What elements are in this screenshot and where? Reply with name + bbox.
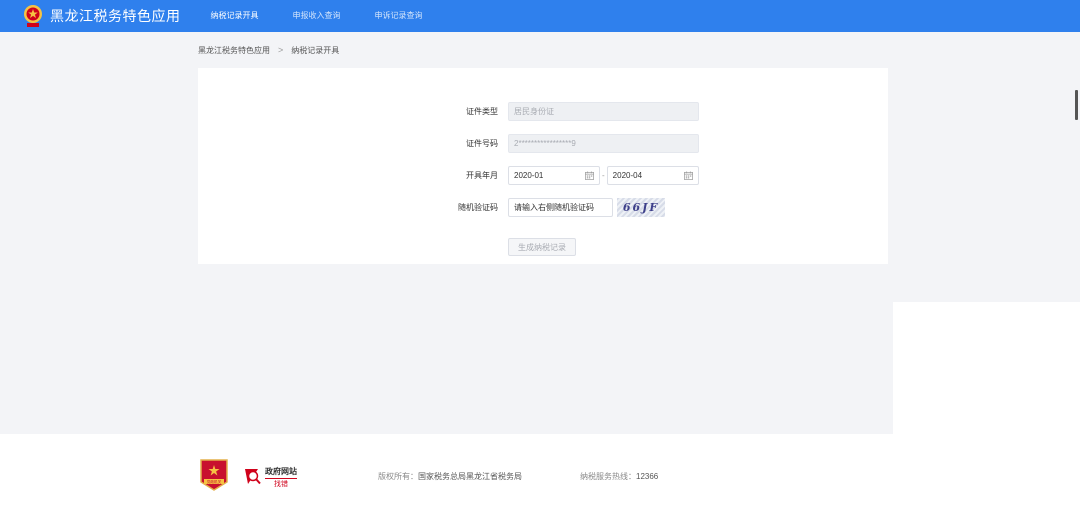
breadcrumb-current: 纳税记录开具 xyxy=(291,45,340,55)
scrollbar-thumb[interactable] xyxy=(1075,90,1078,120)
party-government-badge-icon[interactable]: 党政机关 xyxy=(199,458,229,492)
copyright-value: 国家税务总局黑龙江省税务局 xyxy=(418,472,522,481)
nav-tax-record-issue[interactable]: 纳税记录开具 xyxy=(211,0,259,32)
period-label: 开具年月 xyxy=(466,171,498,180)
nav-income-query[interactable]: 申报收入查询 xyxy=(293,0,341,32)
app-logo[interactable]: 黑龙江税务特色应用 xyxy=(22,4,181,28)
id-type-label: 证件类型 xyxy=(466,107,498,116)
tax-emblem-icon xyxy=(24,5,42,27)
side-blank-panel xyxy=(893,302,1080,434)
copyright-info: 版权所有：国家税务总局黑龙江省税务局 xyxy=(378,471,522,482)
row-captcha: 随机验证码 请输入右侧随机验证码 66JF xyxy=(448,198,665,217)
top-nav: 纳税记录开具 申报收入查询 申诉记录查询 xyxy=(211,0,457,32)
captcha-placeholder: 请输入右侧随机验证码 xyxy=(514,203,594,212)
breadcrumb-root[interactable]: 黑龙江税务特色应用 xyxy=(198,45,270,56)
hotline-label: 纳税服务热线： xyxy=(580,472,636,481)
captcha-input[interactable]: 请输入右侧随机验证码 xyxy=(508,198,613,217)
start-month-picker[interactable]: 2020-01 xyxy=(508,166,600,185)
service-hotline: 纳税服务热线：12366 xyxy=(580,471,658,482)
row-id-number: 证件号码 2*****************9 xyxy=(448,134,699,153)
gov-site-title: 政府网站 xyxy=(265,466,297,476)
captcha-image-text: 66JF xyxy=(622,201,660,214)
gov-site-subtitle: 找错 xyxy=(265,477,297,489)
breadcrumb: 黑龙江税务特色应用 > 纳税记录开具 xyxy=(198,44,339,56)
gov-site-error-report-link[interactable]: 政府网站 找错 xyxy=(244,463,304,491)
id-number-value: 2*****************9 xyxy=(514,139,576,148)
period-separator: - xyxy=(602,171,605,180)
captcha-label: 随机验证码 xyxy=(458,203,498,212)
id-type-field: 居民身份证 xyxy=(508,102,699,121)
magnifier-icon xyxy=(244,468,262,486)
nav-appeal-query[interactable]: 申诉记录查询 xyxy=(375,0,423,32)
breadcrumb-separator: > xyxy=(278,45,284,55)
badge-text: 党政机关 xyxy=(207,479,222,484)
captcha-image[interactable]: 66JF xyxy=(617,198,665,217)
gov-site-text: 政府网站 找错 xyxy=(265,466,297,489)
end-month-picker[interactable]: 2020-04 xyxy=(606,166,699,185)
app-title: 黑龙江税务特色应用 xyxy=(50,8,181,24)
top-header: 黑龙江税务特色应用 纳税记录开具 申报收入查询 申诉记录查询 xyxy=(0,0,1080,32)
calendar-icon xyxy=(683,171,693,180)
id-type-value: 居民身份证 xyxy=(514,107,554,116)
footer xyxy=(0,434,1080,521)
id-number-field: 2*****************9 xyxy=(508,134,699,153)
page: 黑龙江税务特色应用 纳税记录开具 申报收入查询 申诉记录查询 黑龙江税务特色应用… xyxy=(0,0,1080,521)
start-month-value: 2020-01 xyxy=(514,171,544,180)
end-month-value: 2020-04 xyxy=(612,171,643,180)
generate-tax-record-button[interactable]: 生成纳税记录 xyxy=(508,238,576,256)
id-number-label: 证件号码 xyxy=(466,139,498,148)
copyright-label: 版权所有： xyxy=(378,472,418,481)
form-card: 证件类型 居民身份证 证件号码 2*****************9 开具年月… xyxy=(198,68,888,264)
hotline-value: 12366 xyxy=(636,472,659,481)
calendar-icon xyxy=(585,171,594,180)
row-id-type: 证件类型 居民身份证 xyxy=(448,102,699,121)
row-period: 开具年月 2020-01 - 2020-04 xyxy=(448,166,699,185)
